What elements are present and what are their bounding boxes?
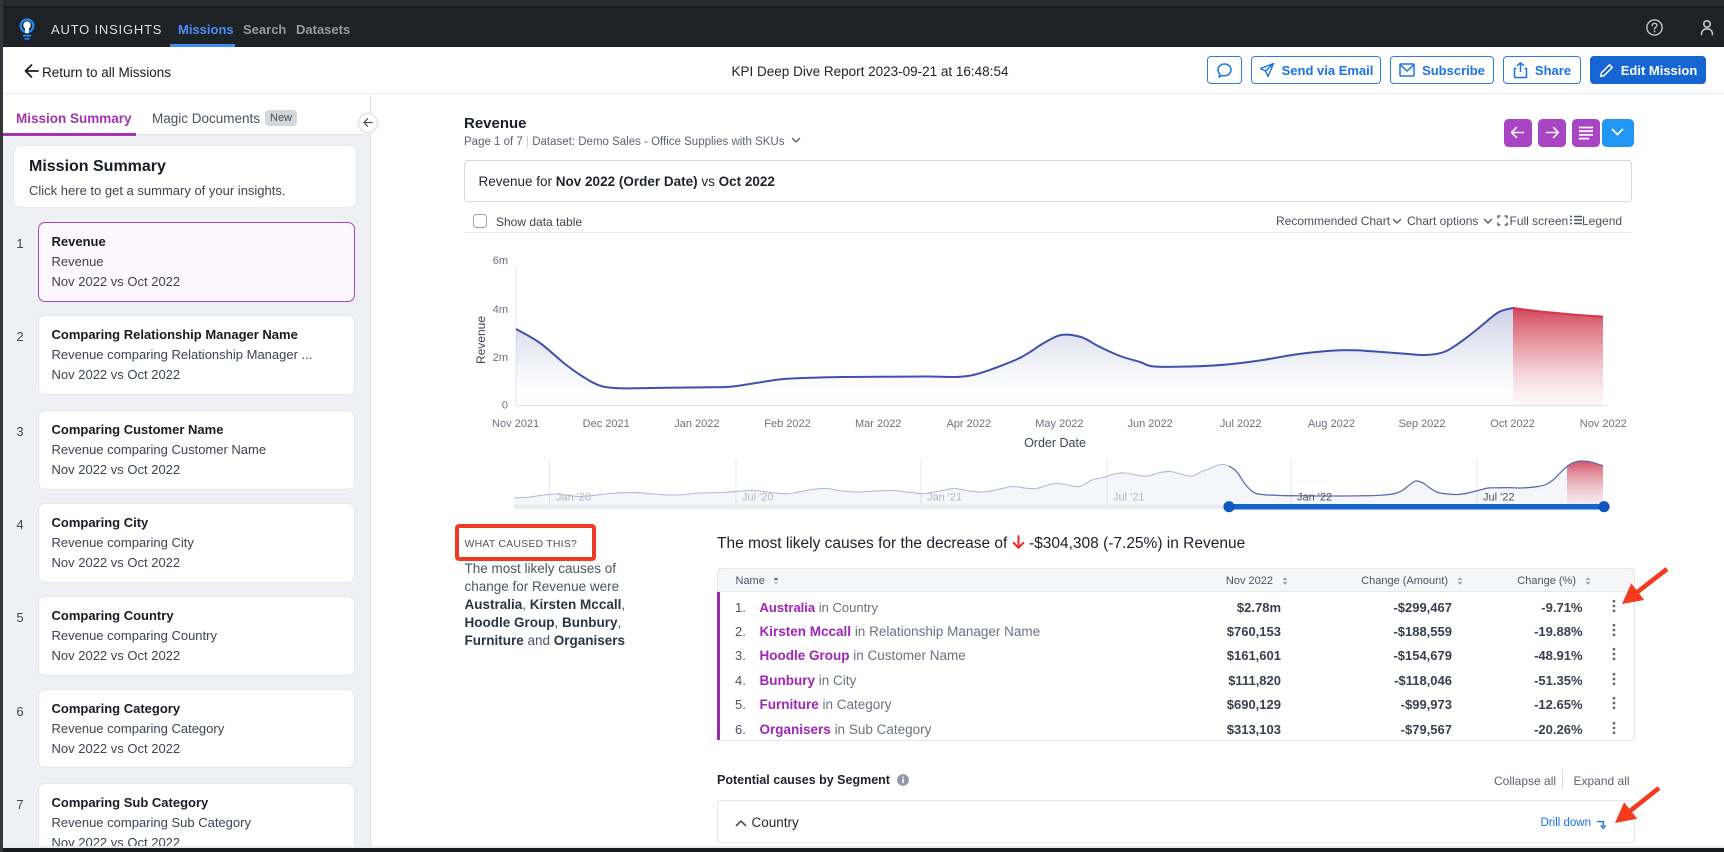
svg-text:Mar 2022: Mar 2022 <box>855 418 901 430</box>
svg-text:Order Date: Order Date <box>1024 436 1086 450</box>
svg-text:Nov 2021: Nov 2021 <box>492 418 539 430</box>
svg-text:Jul '20: Jul '20 <box>742 492 773 504</box>
svg-text:Aug 2022: Aug 2022 <box>1308 418 1355 430</box>
svg-text:Oct 2022: Oct 2022 <box>1490 418 1535 430</box>
svg-text:Jan '21: Jan '21 <box>927 492 962 504</box>
svg-text:Nov 2022: Nov 2022 <box>1580 418 1627 430</box>
svg-text:Apr 2022: Apr 2022 <box>946 418 991 430</box>
svg-text:Jul '21: Jul '21 <box>1113 492 1144 504</box>
svg-text:0: 0 <box>502 400 508 412</box>
svg-text:May 2022: May 2022 <box>1035 418 1083 430</box>
svg-text:Revenue: Revenue <box>474 316 488 364</box>
svg-text:Jul '22: Jul '22 <box>1483 492 1514 504</box>
svg-text:Feb 2022: Feb 2022 <box>764 418 810 430</box>
svg-text:Jan 2022: Jan 2022 <box>674 418 719 430</box>
svg-text:4m: 4m <box>493 304 508 316</box>
svg-text:2m: 2m <box>493 352 508 364</box>
svg-text:Jul 2022: Jul 2022 <box>1220 418 1262 430</box>
svg-text:Jan '20: Jan '20 <box>556 492 591 504</box>
svg-text:6m: 6m <box>493 255 508 267</box>
svg-text:Jun 2022: Jun 2022 <box>1127 418 1172 430</box>
svg-text:Jan '22: Jan '22 <box>1297 492 1332 504</box>
svg-text:Sep 2022: Sep 2022 <box>1398 418 1445 430</box>
svg-text:Dec 2021: Dec 2021 <box>583 418 630 430</box>
